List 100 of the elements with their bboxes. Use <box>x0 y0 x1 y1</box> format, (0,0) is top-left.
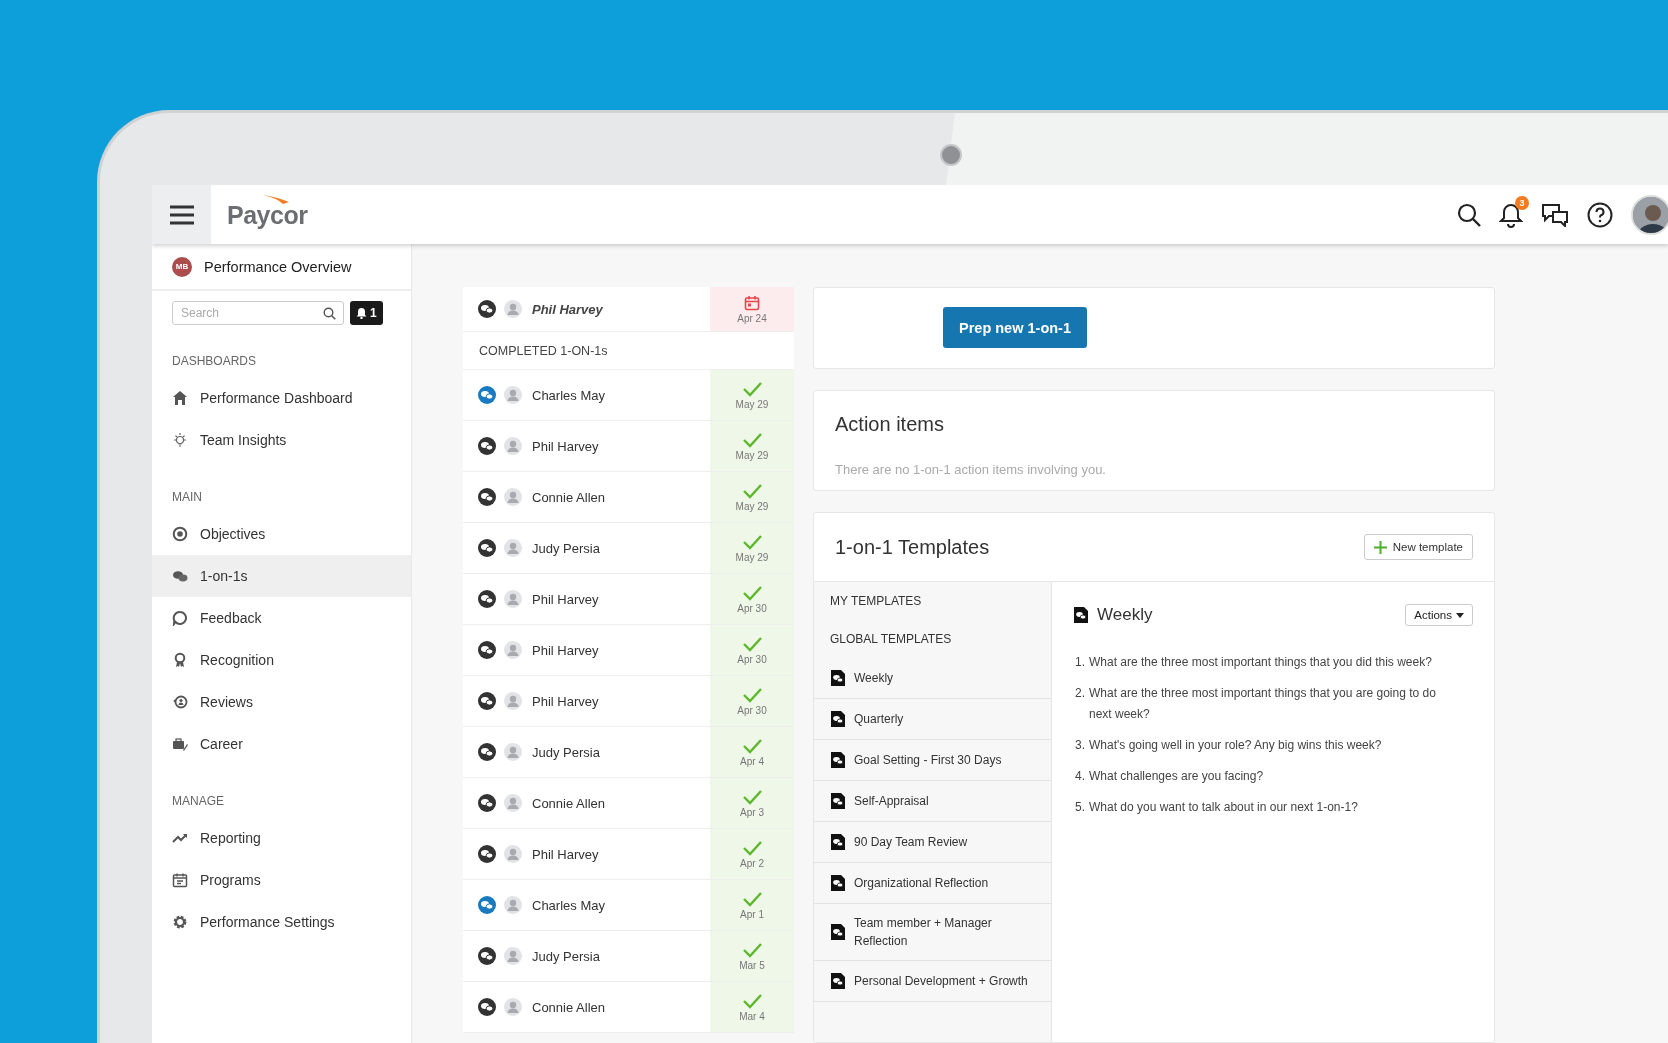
list-heading: GLOBAL TEMPLATES <box>829 631 953 648</box>
logo: Paycor <box>227 201 308 228</box>
person-name: Phil Harvey <box>532 301 603 317</box>
meeting-row[interactable]: Phil Harvey Apr 30 <box>463 625 794 676</box>
template-icon <box>830 792 846 810</box>
camera-dot <box>940 144 962 166</box>
checkmark-icon <box>742 380 762 397</box>
template-item[interactable]: Organizational Reflection <box>814 863 1051 904</box>
nav-item[interactable]: Objectives <box>152 513 411 555</box>
actions-button[interactable]: Actions <box>1405 604 1473 626</box>
person-avatar-icon <box>504 539 522 557</box>
question-number: 5. <box>1074 799 1085 816</box>
nav-item[interactable]: Reviews <box>152 681 411 723</box>
checkmark-icon <box>742 686 762 703</box>
template-icon <box>1073 606 1089 624</box>
checkmark-icon <box>742 737 762 754</box>
nav-item[interactable]: Career <box>152 723 411 765</box>
template-item[interactable]: Team member + Manager Reflection <box>814 904 1051 961</box>
template-item[interactable]: 90 Day Team Review <box>814 822 1051 863</box>
card-title: Action items <box>835 412 945 436</box>
list-heading: MY TEMPLATES <box>829 593 923 610</box>
nav-item[interactable]: Programs <box>152 859 411 901</box>
briefcase-icon <box>172 736 188 752</box>
checkmark-icon <box>742 890 762 907</box>
menu-icon <box>169 204 194 225</box>
checkmark-icon <box>742 839 762 856</box>
nav-item[interactable]: Performance Settings <box>152 901 411 943</box>
search-field[interactable]: Search <box>172 301 344 325</box>
meeting-date: May 29 <box>735 551 769 563</box>
chat-button[interactable] <box>1541 202 1569 227</box>
prep-button[interactable]: Prep new 1-on-1 <box>943 307 1087 348</box>
menu-button[interactable] <box>152 185 211 244</box>
meeting-row[interactable]: Phil Harvey Apr 30 <box>463 676 794 727</box>
meeting-row[interactable]: Phil Harvey Apr 30 <box>463 574 794 625</box>
template-icon <box>830 923 846 941</box>
template-item[interactable]: Quarterly <box>814 699 1051 740</box>
meeting-date: May 29 <box>735 500 769 512</box>
chat-icon <box>1541 202 1569 227</box>
meeting-row[interactable]: Phil Harvey Apr 24 <box>463 287 794 332</box>
user-avatar[interactable] <box>1631 194 1668 235</box>
help-button[interactable] <box>1587 201 1613 228</box>
person-avatar-icon <box>504 641 522 659</box>
meeting-row[interactable]: Judy Persia Mar 5 <box>463 931 794 982</box>
meeting-date: Apr 4 <box>740 755 764 767</box>
person-name: Connie Allen <box>532 795 605 811</box>
card-title: 1-on-1 Templates <box>835 535 990 559</box>
meeting-row[interactable]: Charles May Apr 1 <box>463 880 794 931</box>
meeting-row[interactable]: Connie Allen Mar 4 <box>463 982 794 1033</box>
meeting-date: Apr 3 <box>740 806 764 818</box>
person-avatar-icon <box>504 386 522 404</box>
user-initials-avatar: MB <box>172 256 192 277</box>
caret-icon <box>1456 612 1464 618</box>
nav-item[interactable]: Feedback <box>152 597 411 639</box>
plus-icon <box>1373 540 1387 554</box>
meeting-row[interactable]: Connie Allen May 29 <box>463 472 794 523</box>
person-name: Judy Persia <box>532 540 600 556</box>
meeting-row[interactable]: Phil Harvey Apr 2 <box>463 829 794 880</box>
search-button[interactable] <box>1457 202 1481 227</box>
search-icon <box>1457 202 1481 227</box>
template-item[interactable]: Personal Development + Growth <box>814 961 1051 1002</box>
template-item[interactable]: Self-Appraisal <box>814 781 1051 822</box>
bell-icon <box>1499 201 1523 228</box>
template-icon <box>830 874 846 892</box>
meeting-row[interactable]: Phil Harvey May 29 <box>463 421 794 472</box>
meeting-row[interactable]: Charles May May 29 <box>463 370 794 421</box>
question-text: What are the three most important things that you are going to do next week? <box>1089 685 1437 723</box>
meeting-row[interactable]: Judy Persia May 29 <box>463 523 794 574</box>
nav-item[interactable]: Reporting <box>152 817 411 859</box>
person-avatar-icon <box>504 794 522 812</box>
checkmark-icon <box>742 992 762 1009</box>
search-icon <box>323 307 336 320</box>
empty-message: There are no 1-on-1 action items involving you. <box>835 461 1107 477</box>
home-icon <box>172 390 188 406</box>
template-icon <box>830 710 846 728</box>
new-template-button[interactable]: New template <box>1363 534 1473 560</box>
meeting-date: Apr 1 <box>740 908 764 920</box>
question-number: 1. <box>1074 654 1085 671</box>
template-item[interactable]: Goal Setting - First 30 Days <box>814 740 1051 781</box>
person-name: Phil Harvey <box>532 642 599 658</box>
nav-item[interactable]: Recognition <box>152 639 411 681</box>
template-title: Weekly <box>1097 605 1154 625</box>
meeting-row[interactable]: Connie Allen Apr 3 <box>463 778 794 829</box>
nav-item[interactable]: 1-on-1s <box>152 555 411 597</box>
nav-item[interactable]: Team Insights <box>152 419 411 461</box>
question-number: 2. <box>1074 685 1085 702</box>
person-name: Judy Persia <box>532 744 600 760</box>
nav-item[interactable]: Performance Dashboard <box>152 377 411 419</box>
alerts-button[interactable]: 1 <box>350 301 383 325</box>
ribbon-icon <box>172 652 188 668</box>
section-title: Performance Overview <box>204 258 352 275</box>
meeting-row[interactable]: Judy Persia Apr 4 <box>463 727 794 778</box>
section-heading: MAIN <box>171 489 203 506</box>
template-item[interactable]: Weekly <box>814 658 1051 699</box>
section-heading: MANAGE <box>171 793 225 810</box>
person-avatar-icon <box>504 845 522 863</box>
person-name: Phil Harvey <box>532 846 599 862</box>
person-name: Charles May <box>532 387 605 403</box>
question-text: What's going well in your role? Any big wins this week? <box>1089 737 1382 754</box>
question-text: What challenges are you facing? <box>1089 768 1264 785</box>
meeting-date: Mar 4 <box>739 1010 765 1022</box>
